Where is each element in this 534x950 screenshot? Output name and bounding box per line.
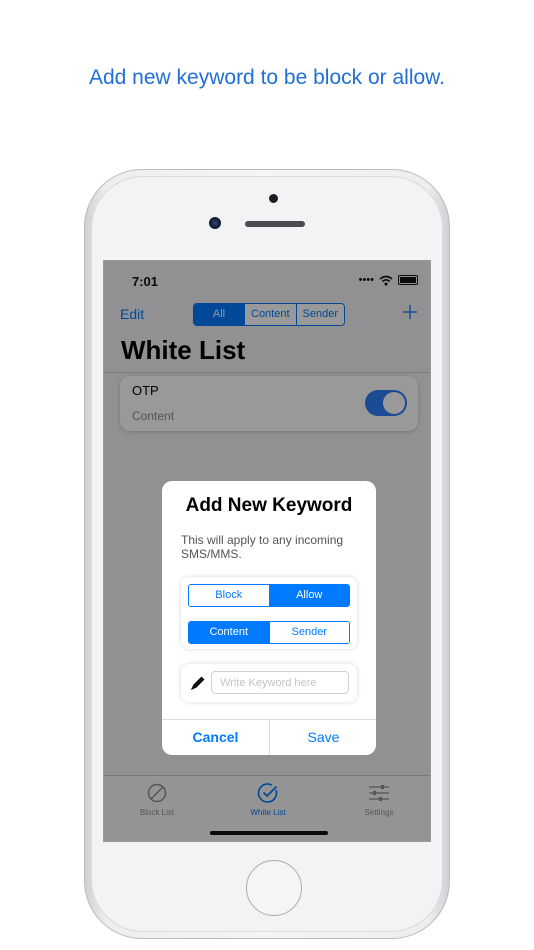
segment-allow[interactable]: Allow (268, 585, 349, 606)
block-allow-segmented-control[interactable]: Block Allow (188, 584, 350, 607)
earpiece-speaker (245, 221, 305, 227)
headline: Add new keyword to be block or allow. (88, 66, 446, 89)
cancel-button[interactable]: Cancel (162, 719, 269, 755)
add-keyword-dialog: Add New Keyword This will apply to any i… (162, 481, 376, 755)
keyword-panel (181, 664, 357, 702)
app-screen: 7:01 •••• Edit All Content Sender White … (103, 260, 431, 842)
content-sender-segmented-control[interactable]: Content Sender (188, 621, 350, 644)
dialog-message: This will apply to any incoming SMS/MMS. (181, 533, 344, 561)
front-camera (269, 194, 278, 203)
pencil-icon (191, 676, 205, 690)
home-button[interactable] (246, 860, 302, 916)
segment-block[interactable]: Block (189, 585, 269, 606)
keyword-input[interactable] (211, 671, 349, 694)
segment-sender[interactable]: Sender (268, 622, 349, 643)
save-button[interactable]: Save (270, 719, 376, 755)
options-panel: Block Allow Content Sender (181, 577, 357, 649)
dialog-title: Add New Keyword (185, 495, 353, 516)
segment-content[interactable]: Content (189, 622, 269, 643)
camera-lens (209, 217, 221, 229)
